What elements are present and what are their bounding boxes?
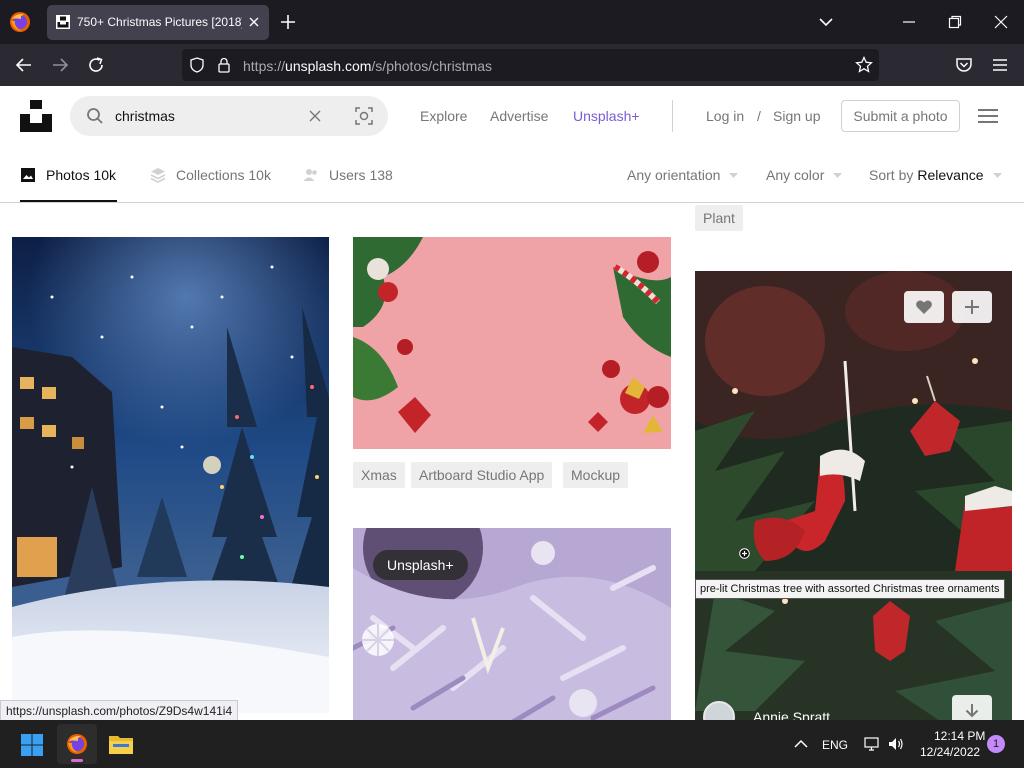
url-bar[interactable]: https://unsplash.com/s/photos/christmas xyxy=(182,49,879,81)
users-icon xyxy=(303,169,317,181)
app-menu-icon[interactable] xyxy=(991,56,1009,74)
photo-tree-ornaments[interactable]: Annie Spratt xyxy=(695,271,1012,720)
window-minimize-icon[interactable] xyxy=(902,15,916,29)
windows-taskbar: ENG 12:14 PM 12/24/2022 1 xyxy=(0,720,1024,768)
tab-photos[interactable]: Photos 10k xyxy=(20,167,116,183)
orientation-dropdown[interactable]: Any orientation xyxy=(627,167,739,183)
tracking-protection-shield-icon[interactable] xyxy=(189,57,205,73)
avatar[interactable] xyxy=(703,701,735,720)
firefox-icon[interactable] xyxy=(8,10,32,34)
unsplash-plus-badge: Unsplash+ xyxy=(373,550,468,580)
color-dropdown[interactable]: Any color xyxy=(766,167,843,183)
unsplash-logo-icon[interactable] xyxy=(20,100,52,132)
download-arrow-icon xyxy=(965,704,979,718)
windows-start-icon[interactable] xyxy=(20,733,44,757)
unsplash-favicon-icon xyxy=(56,15,70,29)
tab-photos-label: Photos 10k xyxy=(46,167,117,183)
collections-icon xyxy=(150,168,166,183)
firefox-icon xyxy=(67,734,87,754)
browser-tab-active[interactable]: 750+ Christmas Pictures [2018] | Dow xyxy=(47,5,269,40)
nav-advertise[interactable]: Advertise xyxy=(490,108,548,124)
volume-icon[interactable] xyxy=(888,736,904,752)
window-restore-icon[interactable] xyxy=(948,15,962,29)
tag-mockup[interactable]: Mockup xyxy=(563,462,629,488)
hamburger-menu-icon[interactable] xyxy=(978,108,998,124)
heart-icon xyxy=(916,300,932,314)
forward-arrow-icon[interactable] xyxy=(51,56,69,74)
tab-users-label: Users 138 xyxy=(329,167,393,183)
file-explorer-icon[interactable] xyxy=(108,733,134,755)
tab-users[interactable]: Users 138 xyxy=(303,167,393,183)
header-divider xyxy=(672,100,673,132)
download-button[interactable] xyxy=(952,695,992,720)
chevron-up-icon[interactable] xyxy=(793,736,809,752)
search-filter-bar: Photos 10k Collections 10k Users 138 Any… xyxy=(0,148,1024,203)
taskbar-firefox[interactable] xyxy=(57,724,97,764)
photo-pink-flatlay[interactable] xyxy=(353,237,671,449)
sort-value: Relevance xyxy=(917,167,984,183)
add-to-collection-button[interactable] xyxy=(952,291,992,323)
browser-navbar: https://unsplash.com/s/photos/christmas xyxy=(0,44,1024,86)
active-tab-indicator xyxy=(20,200,117,202)
submit-photo-button[interactable]: Submit a photo xyxy=(841,100,960,132)
language-indicator[interactable]: ENG xyxy=(822,738,848,752)
tag-xmas[interactable]: Xmas xyxy=(353,462,405,488)
lock-icon[interactable] xyxy=(217,57,231,73)
back-arrow-icon[interactable] xyxy=(15,56,33,74)
plus-icon xyxy=(965,300,979,314)
chevron-down-icon xyxy=(729,172,739,178)
network-icon[interactable] xyxy=(864,736,880,752)
photo-grid: Xmas Artboard Studio App Mockup Unsplash… xyxy=(0,203,1024,720)
window-close-icon[interactable] xyxy=(994,15,1008,29)
color-label: Any color xyxy=(766,167,825,183)
nav-unsplash-plus[interactable]: Unsplash+ xyxy=(573,108,640,124)
image-alt-tooltip: pre-lit Christmas tree with assorted Chr… xyxy=(695,579,1005,599)
snowy-village-image xyxy=(12,237,329,713)
photo-purple-tree[interactable]: Unsplash+ xyxy=(353,528,671,720)
sort-prefix: Sort by xyxy=(869,167,914,183)
tag-artboard-studio-app[interactable]: Artboard Studio App xyxy=(411,462,553,488)
like-button[interactable] xyxy=(904,291,944,323)
url-text[interactable]: https://unsplash.com/s/photos/christmas xyxy=(243,58,492,74)
nav-explore[interactable]: Explore xyxy=(420,108,467,124)
zoom-cursor-icon xyxy=(739,548,750,559)
pink-flatlay-image xyxy=(353,237,671,449)
author-name[interactable]: Annie Spratt xyxy=(753,709,830,720)
search-icon[interactable] xyxy=(86,107,104,125)
clock-date[interactable]: 12/24/2022 xyxy=(920,745,980,759)
chevron-down-icon xyxy=(992,172,1002,178)
new-tab-icon[interactable] xyxy=(280,14,296,30)
photo-author[interactable]: Annie Spratt xyxy=(703,701,830,720)
search-bar[interactable] xyxy=(70,96,388,136)
tag-plant[interactable]: Plant xyxy=(695,205,743,231)
browser-tabstrip: 750+ Christmas Pictures [2018] | Dow xyxy=(0,0,1024,44)
visual-search-icon[interactable] xyxy=(355,107,373,125)
list-all-tabs-icon[interactable] xyxy=(818,14,834,30)
active-app-indicator xyxy=(71,759,83,762)
tree-ornaments-image xyxy=(695,271,1012,720)
site-header: Explore Advertise Unsplash+ Log in / Sig… xyxy=(0,86,1024,148)
tab-collections[interactable]: Collections 10k xyxy=(150,167,271,183)
photo-icon xyxy=(21,168,35,182)
auth-separator: / xyxy=(757,108,761,124)
photo-snowy-village[interactable] xyxy=(12,237,329,713)
sort-dropdown[interactable]: Sort by Relevance xyxy=(869,167,1002,183)
login-link[interactable]: Log in xyxy=(706,108,744,124)
chevron-down-icon xyxy=(833,172,843,178)
clock-time[interactable]: 12:14 PM xyxy=(934,729,985,743)
tab-collections-label: Collections 10k xyxy=(176,167,271,183)
search-input[interactable] xyxy=(115,96,295,136)
status-link-preview: https://unsplash.com/photos/Z9Ds4w141i4 xyxy=(0,700,239,722)
clear-search-icon[interactable] xyxy=(308,109,322,123)
tab-title: 750+ Christmas Pictures [2018] | Dow xyxy=(77,15,242,29)
orientation-label: Any orientation xyxy=(627,167,721,183)
tab-close-icon[interactable] xyxy=(247,15,261,29)
bookmark-star-icon[interactable] xyxy=(855,56,873,74)
pocket-icon[interactable] xyxy=(955,56,973,74)
signup-link[interactable]: Sign up xyxy=(773,108,820,124)
notification-badge[interactable]: 1 xyxy=(987,735,1005,753)
reload-icon[interactable] xyxy=(87,56,105,74)
